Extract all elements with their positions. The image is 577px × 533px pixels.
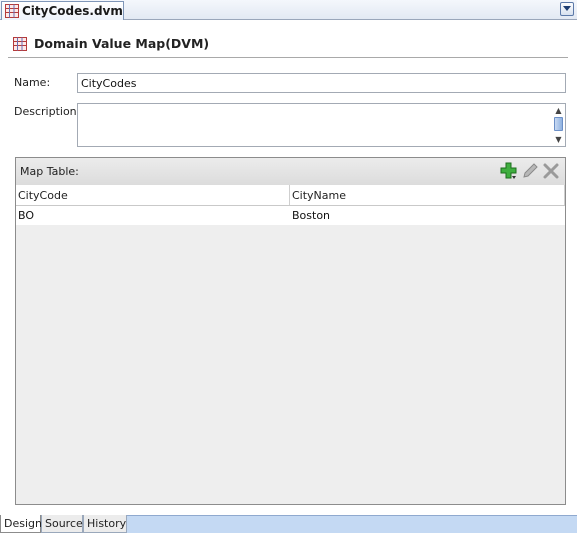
scroll-up-icon[interactable]: ▲: [553, 105, 564, 116]
name-field[interactable]: CityCodes: [77, 73, 566, 93]
chevron-down-icon: [563, 6, 571, 11]
description-label: Description:: [14, 105, 81, 118]
description-field[interactable]: ▲ ▼: [77, 103, 566, 147]
editor-header: Domain Value Map(DVM): [13, 36, 209, 51]
page-title: Domain Value Map(DVM): [34, 36, 210, 51]
tab-source[interactable]: Source: [41, 515, 83, 533]
delete-x-icon: [543, 163, 559, 179]
column-header-cityname[interactable]: CityName: [290, 185, 565, 205]
dvm-grid-icon: [5, 4, 19, 18]
bottom-tab-bar: Design Source History: [0, 515, 577, 533]
header-divider: [8, 57, 568, 58]
map-table-label: Map Table:: [20, 165, 79, 178]
scroll-down-icon[interactable]: ▼: [553, 134, 564, 145]
edit-row-button[interactable]: [521, 162, 539, 180]
column-header-citycode[interactable]: CityCode: [16, 185, 290, 205]
table-cell-cityname[interactable]: Boston: [290, 206, 565, 225]
file-tab-citycodes[interactable]: CityCodes.dvm: [1, 1, 124, 20]
description-scrollbar[interactable]: ▲ ▼: [553, 105, 564, 145]
tab-history[interactable]: History: [83, 515, 127, 533]
dvm-grid-icon: [13, 36, 27, 51]
scroll-thumb[interactable]: [554, 117, 563, 131]
pencil-icon: [523, 163, 538, 178]
table-header: CityCode CityName: [16, 185, 565, 206]
delete-row-button[interactable]: [542, 162, 560, 180]
tab-design[interactable]: Design: [0, 515, 42, 533]
editor-tab-strip: CityCodes.dvm: [0, 0, 577, 20]
table-row[interactable]: BO Boston: [16, 206, 565, 225]
name-label: Name:: [14, 76, 51, 89]
map-table-panel: Map Table: CityCode CityName BO Boston: [15, 157, 566, 505]
add-row-button[interactable]: [500, 162, 518, 180]
tab-list-dropdown-button[interactable]: [560, 2, 574, 16]
add-plus-icon: [500, 162, 517, 179]
file-tab-label: CityCodes.dvm: [22, 4, 123, 18]
map-table-grid: CityCode CityName BO Boston: [16, 185, 565, 504]
table-cell-citycode[interactable]: BO: [16, 206, 290, 225]
map-table-toolbar: Map Table:: [16, 158, 565, 186]
